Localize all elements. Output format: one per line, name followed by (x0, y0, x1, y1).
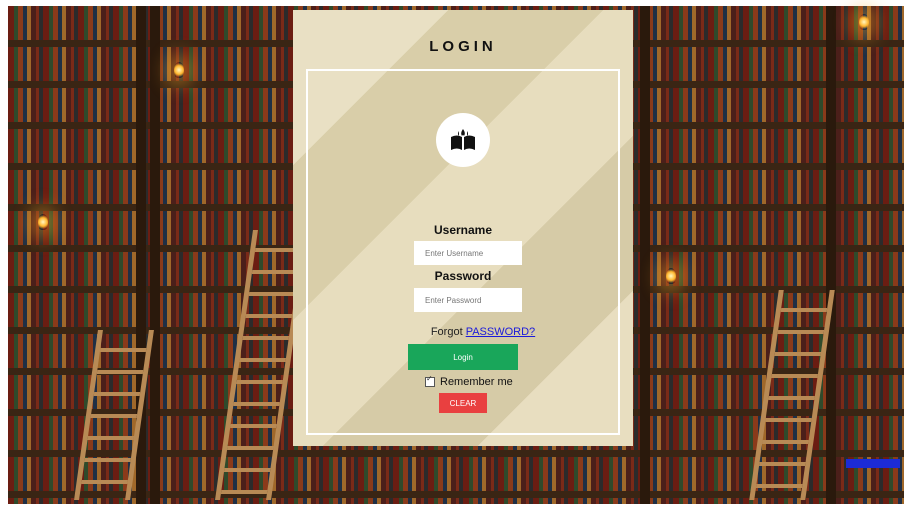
username-label: Username (433, 223, 493, 237)
clear-button[interactable]: CLEAR (439, 393, 487, 413)
login-title: LOGIN (429, 38, 497, 55)
corner-widget (846, 459, 900, 468)
password-label: Password (434, 269, 492, 283)
candle (174, 62, 184, 78)
username-input[interactable] (414, 241, 522, 265)
shelf-post (826, 6, 836, 504)
login-panel: LOGIN Username Password Forgot PASSWORD?… (293, 10, 633, 446)
shelf-post (150, 6, 160, 504)
open-book-icon (451, 129, 475, 150)
forgot-password-link[interactable]: PASSWORD? (466, 326, 535, 338)
login-button[interactable]: Login (408, 344, 518, 370)
remember-me-label: Remember me (440, 376, 513, 388)
remember-me-checkbox[interactable] (425, 374, 435, 387)
forgot-prefix: Forgot (430, 326, 463, 338)
forgot-password: Forgot PASSWORD? (293, 326, 633, 338)
candle (666, 268, 676, 284)
password-input[interactable] (414, 288, 522, 312)
shelf-post (640, 6, 650, 504)
candle (859, 14, 869, 30)
candle (38, 214, 48, 230)
open-book-icon (436, 113, 490, 167)
remember-me: Remember me (425, 374, 513, 388)
